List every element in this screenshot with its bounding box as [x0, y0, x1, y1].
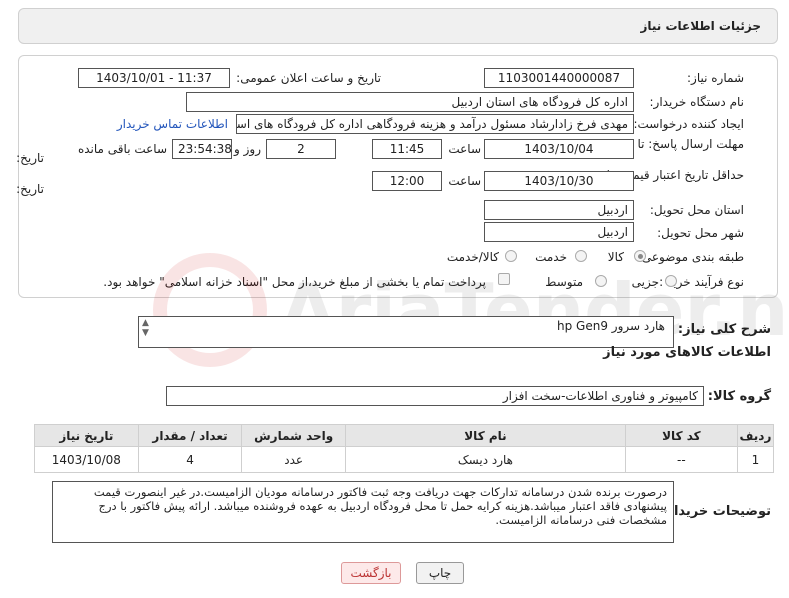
deadline-time-label: ساعت	[448, 142, 481, 156]
deadline-label: مهلت ارسال پاسخ: تا	[637, 137, 744, 151]
validity-time-field: 12:00	[372, 171, 442, 191]
summary-value: هارد سرور hp Gen9	[557, 319, 665, 333]
deadline-label-2: تاریخ:	[16, 151, 44, 165]
announce-label: تاریخ و ساعت اعلان عمومی:	[236, 71, 381, 85]
contact-link[interactable]: اطلاعات تماس خریدار	[117, 117, 228, 131]
table-row: 1 -- هارد دیسک عدد 4 1403/10/08	[34, 446, 775, 473]
province-label: استان محل تحویل:	[649, 203, 744, 217]
page-header: جزئیات اطلاعات نیاز	[18, 8, 778, 44]
cell-name: هارد دیسک	[345, 446, 626, 473]
cell-unit: عدد	[241, 446, 347, 473]
print-button[interactable]: چاپ	[416, 562, 464, 584]
col-row: ردیف	[736, 424, 775, 447]
buyer-org-label: نام دستگاه خریدار:	[649, 95, 745, 109]
validity-time-label: ساعت	[448, 174, 481, 188]
category-service-label: خدمت	[535, 250, 567, 264]
validity-label-2: تاریخ:	[16, 182, 44, 196]
goods-group-label: گروه کالا:	[707, 389, 771, 404]
province-field: اردبیل	[484, 200, 634, 220]
goods-table: ردیف کد کالا نام کالا واحد شمارش تعداد /…	[34, 424, 775, 473]
cell-date: 1403/10/08	[34, 446, 139, 473]
process-minor-label: جزیی	[631, 275, 659, 289]
deadline-time-field: 11:45	[372, 139, 442, 159]
cell-row: 1	[736, 446, 775, 473]
buyer-org-field: اداره کل فرودگاه های استان اردبیل	[186, 92, 634, 112]
city-label: شهر محل تحویل:	[657, 226, 744, 240]
buyer-notes-field: درصورت برنده شدن درسامانه تدارکات جهت در…	[52, 481, 674, 543]
remaining-field: 23:54:38	[172, 139, 232, 159]
summary-label: شرح کلی نیاز:	[677, 322, 771, 337]
treasury-checkbox[interactable]	[498, 273, 510, 285]
city-field: اردبیل	[484, 222, 634, 242]
validity-date-field: 1403/10/30	[484, 171, 634, 191]
process-medium-radio[interactable]	[595, 275, 607, 287]
goods-info-title: اطلاعات کالاهای مورد نیاز	[603, 345, 771, 360]
back-button[interactable]: بازگشت	[341, 562, 401, 584]
table-header-row: ردیف کد کالا نام کالا واحد شمارش تعداد /…	[34, 424, 775, 447]
days-field: 2	[266, 139, 336, 159]
process-medium-label: متوسط	[545, 275, 583, 289]
creator-field: مهدی فرخ زادارشاد مسئول درآمد و هزینه فر…	[236, 114, 634, 134]
announce-field: 1403/10/01 - 11:37	[78, 68, 230, 88]
col-unit: واحد شمارش	[241, 424, 347, 447]
category-goods-radio[interactable]	[634, 250, 646, 262]
category-service-radio[interactable]	[575, 250, 587, 262]
category-goods-label: کالا	[607, 250, 624, 264]
remaining-label: ساعت باقی مانده	[77, 142, 167, 156]
goods-group-field: کامپیوتر و فناوری اطلاعات-سخت افزار	[166, 386, 704, 406]
days-label: روز و	[234, 142, 261, 156]
need-number-label: شماره نیاز:	[687, 71, 744, 85]
need-number-field: 1103001440000087	[484, 68, 634, 88]
col-qty: تعداد / مقدار	[137, 424, 243, 447]
summary-field: هارد سرور hp Gen9	[138, 316, 674, 348]
creator-label: ایجاد کننده درخواست:	[633, 117, 744, 131]
process-minor-radio[interactable]	[665, 275, 677, 287]
cell-qty: 4	[137, 446, 243, 473]
page-title: جزئیات اطلاعات نیاز	[640, 19, 761, 33]
col-code: کد کالا	[624, 424, 738, 447]
deadline-date-field: 1403/10/04	[484, 139, 634, 159]
buyer-notes-label: توضیحات خریدار:	[661, 504, 771, 519]
category-both-radio[interactable]	[505, 250, 517, 262]
cell-code: --	[624, 446, 738, 473]
col-date: تاریخ نیاز	[34, 424, 139, 447]
spinner-icon[interactable]: ▲ ▼	[142, 318, 149, 338]
category-label: طبقه بندی موضوعی:	[637, 250, 744, 264]
treasury-note: پرداخت تمام یا بخشی از مبلغ خرید،از محل …	[103, 275, 486, 289]
col-name: نام کالا	[345, 424, 626, 447]
category-both-label: کالا/خدمت	[446, 250, 499, 264]
